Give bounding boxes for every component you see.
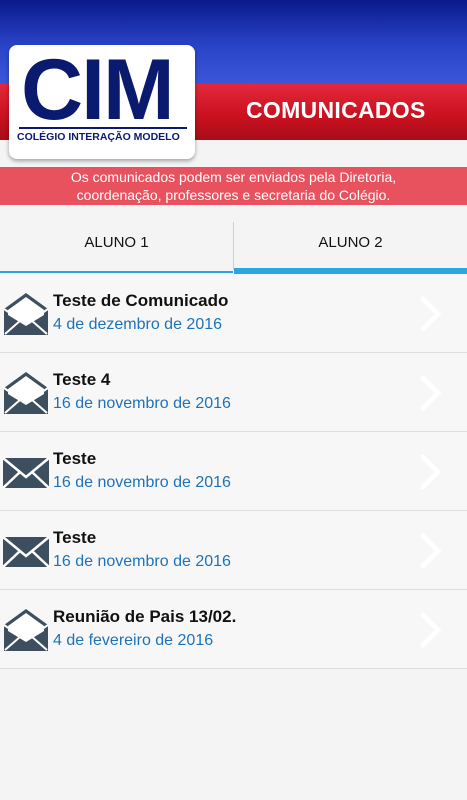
tab-underline <box>0 271 233 273</box>
notice-line-1: Os comunicados podem ser enviados pela D… <box>70 169 397 185</box>
tab-label: ALUNO 1 <box>84 234 149 251</box>
tab-aluno-1[interactable]: ALUNO 1 <box>0 222 233 274</box>
chevron-right-icon <box>420 375 442 411</box>
chevron-right-icon <box>420 296 442 332</box>
message-date: 16 de novembro de 2016 <box>53 474 231 491</box>
student-tabs: ALUNO 1 ALUNO 2 <box>0 222 467 274</box>
list-item[interactable]: Teste de Comunicado 4 de dezembro de 201… <box>0 274 467 353</box>
chevron-right-icon <box>420 454 442 490</box>
message-date: 4 de fevereiro de 2016 <box>53 632 214 649</box>
envelope-open-icon <box>3 372 49 414</box>
message-title: Teste de Comunicado <box>53 291 229 310</box>
list-item[interactable]: Teste 4 16 de novembro de 2016 <box>0 353 467 432</box>
notice-line-2: coordenação, professores e secretaria do… <box>76 187 391 203</box>
message-date: 4 de dezembro de 2016 <box>53 316 223 333</box>
page-title: COMUNICADOS <box>246 97 426 123</box>
chevron-right-icon <box>420 612 442 648</box>
envelope-open-icon <box>3 293 49 335</box>
envelope-open-icon <box>3 609 49 651</box>
logo-divider <box>19 127 187 129</box>
chevron-right-icon <box>420 533 442 569</box>
envelope-closed-icon <box>2 457 50 489</box>
tab-label: ALUNO 2 <box>318 234 383 251</box>
list-item[interactable]: Reunião de Pais 13/02. 4 de fevereiro de… <box>0 590 467 669</box>
message-list: Teste de Comunicado 4 de dezembro de 201… <box>0 274 467 669</box>
logo-subtitle: COLÉGIO INTERAÇÃO MODELO <box>17 131 180 143</box>
list-item[interactable]: Teste 16 de novembro de 2016 <box>0 432 467 511</box>
message-title: Reunião de Pais 13/02. <box>53 607 237 626</box>
logo-mark: CIM <box>21 42 175 138</box>
notice-banner: Os comunicados podem ser enviados pela D… <box>0 167 467 205</box>
envelope-closed-icon <box>2 536 50 568</box>
school-logo: CIM COLÉGIO INTERAÇÃO MODELO <box>9 45 195 159</box>
message-date: 16 de novembro de 2016 <box>53 395 231 412</box>
message-title: Teste <box>53 449 97 468</box>
message-title: Teste <box>53 528 97 547</box>
tab-aluno-2[interactable]: ALUNO 2 <box>234 222 467 274</box>
list-item[interactable]: Teste 16 de novembro de 2016 <box>0 511 467 590</box>
message-title: Teste 4 <box>53 370 111 389</box>
message-date: 16 de novembro de 2016 <box>53 553 231 570</box>
